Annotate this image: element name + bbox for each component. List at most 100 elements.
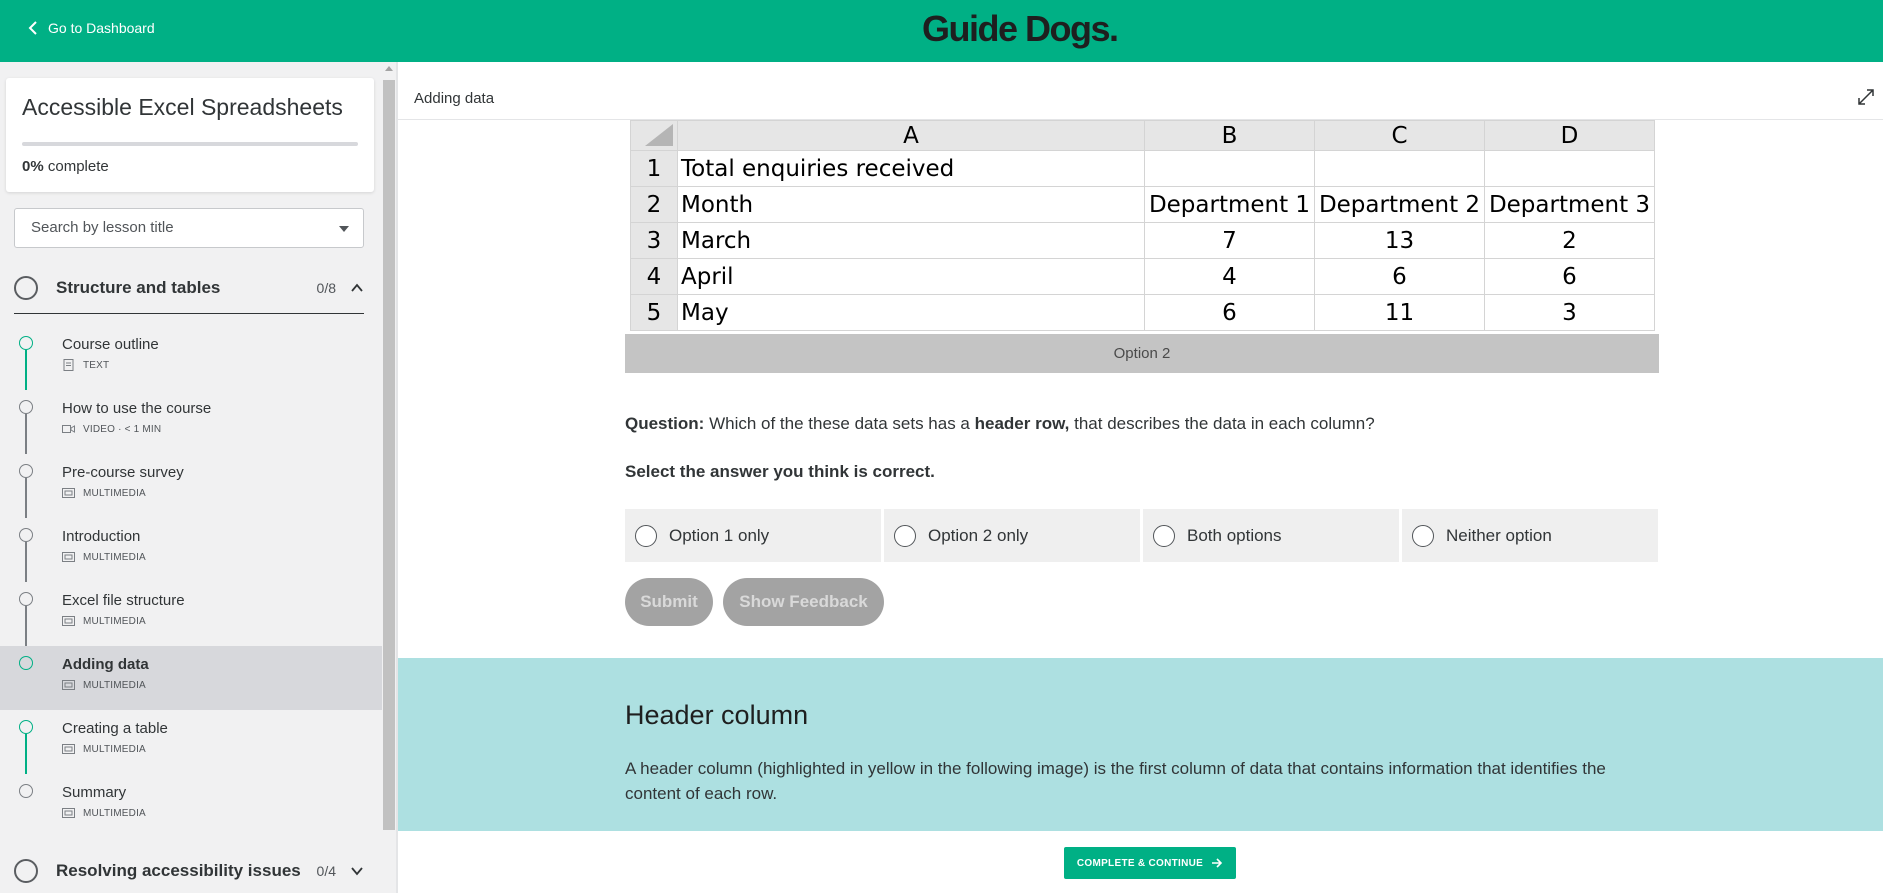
multimedia-icon [62, 744, 75, 754]
lesson-type-label: MULTIMEDIA [83, 807, 146, 819]
show-feedback-button[interactable]: Show Feedback [723, 578, 884, 626]
spreadsheet-cell: 6 [1484, 258, 1655, 295]
course-title: Accessible Excel Spreadsheets [22, 94, 343, 120]
spreadsheet-image: A B C D 1 Total enquiries received 2 Mon… [630, 120, 1655, 331]
scroll-up-arrow-icon[interactable] [385, 66, 393, 71]
lesson-creating-a-table[interactable]: Creating a table MULTIMEDIA [0, 710, 382, 774]
lesson-type: MULTIMEDIA [62, 679, 146, 691]
lesson-type-label: MULTIMEDIA [83, 679, 146, 691]
lesson-course-outline[interactable]: Course outline TEXT [0, 326, 382, 390]
answer-option-label: Option 2 only [928, 525, 1029, 545]
lesson-how-to-use-the-course[interactable]: How to use the course VIDEO · < 1 MIN [0, 390, 382, 454]
spreadsheet-cell: Department 2 [1314, 186, 1485, 223]
row-number: 1 [630, 150, 678, 187]
progress-percent: 0% [22, 158, 44, 175]
spreadsheet-cell: 6 [1314, 258, 1485, 295]
row-number: 3 [630, 222, 678, 259]
lesson-header: Adding data [398, 78, 1883, 120]
go-to-dashboard-label: Go to Dashboard [48, 20, 155, 36]
spreadsheet-row: 2 Month Department 1 Department 2 Depart… [630, 186, 1655, 223]
arrow-right-icon [1212, 858, 1223, 868]
lesson-name: Summary [62, 784, 127, 801]
submit-button[interactable]: Submit [625, 578, 713, 626]
complete-and-continue-button[interactable]: COMPLETE & CONTINUE [1064, 847, 1236, 879]
section-title: Structure and tables [56, 278, 221, 297]
section-resolving-accessibility-issues[interactable]: Resolving accessibility issues 0/4 [14, 846, 364, 893]
multimedia-icon [62, 808, 75, 818]
lesson-summary[interactable]: Summary MULTIMEDIA [0, 774, 382, 838]
question-part: that describes the data in each column? [1069, 414, 1375, 433]
spreadsheet-cell [1314, 150, 1485, 187]
go-to-dashboard-link[interactable]: Go to Dashboard [28, 20, 155, 36]
spreadsheet-cell: 7 [1144, 222, 1315, 259]
lesson-type: MULTIMEDIA [62, 807, 146, 819]
spreadsheet-corner [630, 120, 678, 151]
lesson-status-icon [19, 336, 33, 350]
lesson-type-label: TEXT [83, 359, 110, 371]
course-card: Accessible Excel Spreadsheets 0% complet… [6, 78, 374, 192]
answer-options: Option 1 only Option 2 only Both options… [625, 509, 1658, 562]
select-all-triangle-icon [645, 124, 673, 146]
radio-button[interactable] [1153, 524, 1175, 547]
lesson-name: Adding data [62, 656, 149, 673]
sidebar-scrollbar-thumb[interactable] [383, 80, 395, 830]
lesson-introduction[interactable]: Introduction MULTIMEDIA [0, 518, 382, 582]
radio-button[interactable] [635, 524, 657, 547]
lesson-type: MULTIMEDIA [62, 551, 146, 563]
chevron-down-icon[interactable] [350, 864, 364, 878]
lesson-status-icon [19, 656, 33, 670]
lesson-excel-file-structure[interactable]: Excel file structure MULTIMEDIA [0, 582, 382, 646]
lesson-type-label: MULTIMEDIA [83, 551, 146, 563]
lesson-search-placeholder: Search by lesson title [31, 219, 174, 236]
document-icon [63, 359, 74, 371]
lesson-type: MULTIMEDIA [62, 487, 146, 499]
spreadsheet-cell: 2 [1484, 222, 1655, 259]
question-text: Question: Which of the these data sets h… [625, 414, 1375, 434]
course-progress-bar [22, 142, 358, 146]
lesson-pre-course-survey[interactable]: Pre-course survey MULTIMEDIA [0, 454, 382, 518]
section-heading: Header column [625, 700, 809, 730]
lesson-name: Pre-course survey [62, 464, 184, 481]
header-column-section: Header column A header column (highlight… [398, 658, 1883, 831]
lesson-type: MULTIMEDIA [62, 615, 146, 627]
answer-option-2[interactable]: Option 2 only [884, 509, 1140, 562]
answer-option-4[interactable]: Neither option [1402, 509, 1658, 562]
row-number: 2 [630, 186, 678, 223]
chevron-up-icon[interactable] [350, 281, 364, 295]
lesson-name: Introduction [62, 528, 141, 545]
lesson-status-icon [19, 400, 33, 414]
brand-logo[interactable]: Guide Dogs. [922, 8, 1119, 50]
radio-button[interactable] [1412, 524, 1434, 547]
section-divider [14, 313, 364, 314]
answer-option-label: Option 1 only [669, 525, 770, 545]
video-icon [62, 425, 75, 433]
spreadsheet-row: 5 May 6 11 3 [630, 294, 1655, 331]
column-header: A [677, 120, 1145, 151]
answer-option-3[interactable]: Both options [1143, 509, 1399, 562]
spreadsheet-cell: 3 [1484, 294, 1655, 331]
lesson-status-icon [19, 784, 33, 798]
chevron-left-icon [28, 21, 37, 35]
lesson-adding-data[interactable]: Adding data MULTIMEDIA [0, 646, 382, 710]
column-header: C [1314, 120, 1485, 151]
lesson-search-select[interactable]: Search by lesson title [14, 208, 364, 248]
spreadsheet-cell: April [677, 258, 1145, 295]
section-description: A header column (highlighted in yellow i… [625, 759, 1606, 803]
lesson-name: How to use the course [62, 400, 212, 417]
answer-option-1[interactable]: Option 1 only [625, 509, 881, 562]
lesson-status-icon [19, 592, 33, 606]
spreadsheet-cell: 11 [1314, 294, 1485, 331]
expand-icon[interactable] [1857, 88, 1875, 106]
lesson-name: Creating a table [62, 720, 168, 737]
spreadsheet-cell: Total enquiries received [677, 150, 1145, 187]
spreadsheet-cell: 6 [1144, 294, 1315, 331]
section-count: 0/4 [316, 863, 336, 879]
radio-button[interactable] [894, 524, 916, 547]
section-structure-and-tables[interactable]: Structure and tables 0/8 [14, 263, 364, 313]
spreadsheet-cell: March [677, 222, 1145, 259]
spreadsheet-cell: 4 [1144, 258, 1315, 295]
spreadsheet-row: 4 April 4 6 6 [630, 258, 1655, 295]
caret-down-icon [339, 226, 349, 232]
lesson-name: Excel file structure [62, 592, 185, 609]
lesson-type: TEXT [62, 359, 109, 371]
